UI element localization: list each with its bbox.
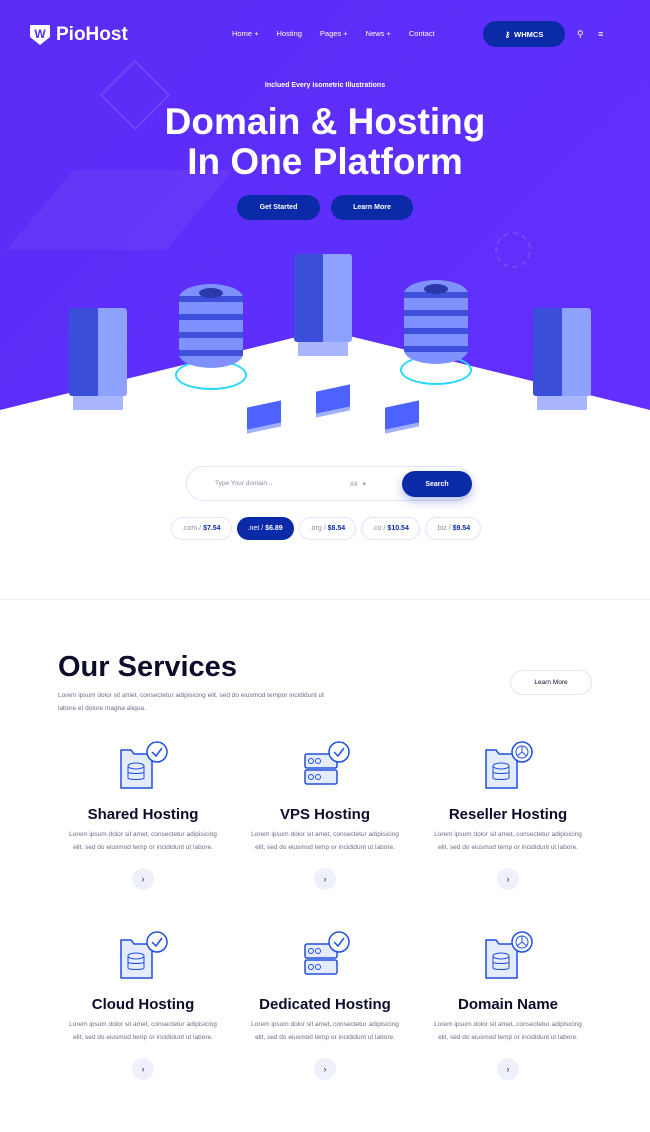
service-title: VPS Hosting	[279, 806, 370, 823]
logo-icon: W	[30, 25, 50, 45]
folder-database-chart-icon	[482, 740, 534, 790]
service-arrow-button[interactable]: ›	[314, 1058, 336, 1080]
nav-news[interactable]: News +	[366, 29, 391, 38]
tld-org[interactable]: .org / $8.54	[298, 517, 357, 540]
chip-illustration	[316, 384, 350, 414]
decor-shape	[6, 170, 234, 250]
key-icon: ⚷	[504, 29, 511, 39]
storage-illustration	[404, 280, 468, 364]
service-text: Lorem ipsum dolor sit amet, consectetur …	[69, 831, 217, 851]
tld-select-value: All	[350, 481, 358, 488]
service-title: Reseller Hosting	[448, 806, 568, 823]
service-card: Shared Hosting Lorem ipsum dolor sit amet…	[53, 740, 233, 890]
service-text: Lorem ipsum dolor sit amet, consectetur …	[251, 1021, 399, 1041]
service-arrow-button[interactable]: ›	[497, 868, 519, 890]
service-arrow-button[interactable]: ›	[132, 1058, 154, 1080]
nav-contact[interactable]: Contact	[409, 29, 435, 38]
tld-ext: .org /	[309, 525, 326, 532]
service-card: VPS Hosting Lorem ipsum dolor sit amet, c…	[235, 740, 415, 890]
service-title: Dedicated Hosting	[259, 996, 391, 1013]
chevron-right-icon: ›	[141, 1064, 145, 1074]
storage-illustration	[179, 284, 243, 368]
main-menu: Home + Hosting Pages + News + Contact	[232, 29, 435, 38]
nav-pages[interactable]: Pages +	[320, 29, 348, 38]
section-divider	[0, 599, 650, 600]
service-title: Cloud Hosting	[91, 996, 195, 1013]
hero-title-line1: Domain & Hosting	[164, 101, 486, 142]
top-nav: W PioHost Home + Hosting Pages + News + C…	[0, 0, 650, 68]
service-card: Cloud Hosting Lorem ipsum dolor sit amet,…	[53, 930, 233, 1080]
services-description: Lorem ipsum dolor sit amet, consectetur …	[58, 692, 324, 712]
hero-tagline: Inclued Every Isometric Illustrations	[264, 82, 386, 89]
server-illustration	[533, 308, 591, 410]
service-card: Reseller Hosting Lorem ipsum dolor sit am…	[418, 740, 598, 890]
service-arrow-button[interactable]: ›	[132, 868, 154, 890]
tld-net[interactable]: .net / $6.89	[236, 517, 294, 540]
server-check-icon	[299, 740, 351, 790]
search-button[interactable]: Search	[402, 471, 472, 497]
chevron-right-icon: ›	[323, 1064, 327, 1074]
folder-database-check-icon	[117, 740, 169, 790]
tld-ext: .co /	[372, 525, 386, 532]
service-arrow-button[interactable]: ›	[314, 868, 336, 890]
chevron-right-icon: ›	[141, 874, 145, 884]
logo-text: PioHost	[56, 24, 128, 45]
tld-price: $9.54	[452, 525, 471, 532]
tld-biz[interactable]: .biz / $9.54	[424, 517, 482, 540]
whmcs-label: WHMCS	[514, 29, 544, 39]
service-text: Lorem ipsum dolor sit amet, consectetur …	[251, 831, 399, 851]
service-text: Lorem ipsum dolor sit amet, consectetur …	[434, 831, 582, 851]
decor-shape	[495, 232, 531, 268]
folder-database-chart-icon	[482, 930, 534, 980]
chevron-right-icon: ›	[323, 874, 327, 884]
service-text: Lorem ipsum dolor sit amet, consectetur …	[434, 1021, 582, 1041]
services-title: Our Services	[58, 651, 237, 683]
nav-hosting[interactable]: Hosting	[276, 29, 301, 38]
nav-home[interactable]: Home +	[232, 29, 258, 38]
domain-search: Type Your domain... All ▾ Search	[186, 466, 472, 501]
search-icon[interactable]: ⚲	[577, 29, 584, 40]
tld-ext: .biz /	[435, 525, 451, 532]
tld-ext: .com /	[182, 525, 202, 532]
domain-input[interactable]: Type Your domain...	[215, 480, 272, 487]
tld-select[interactable]: All ▾	[350, 480, 366, 488]
tld-ext: .net /	[247, 525, 264, 532]
server-illustration	[69, 308, 127, 410]
chip-illustration	[385, 400, 419, 430]
service-text: Lorem ipsum dolor sit amet, consectetur …	[69, 1021, 217, 1041]
tld-price: $7.54	[203, 525, 221, 532]
chevron-right-icon: ›	[506, 874, 510, 884]
logo[interactable]: W PioHost	[30, 24, 128, 46]
tld-com[interactable]: .com / $7.54	[171, 517, 232, 540]
server-check-icon	[299, 930, 351, 980]
whmcs-button[interactable]: ⚷ WHMCS	[483, 21, 565, 47]
menu-icon[interactable]: ≡	[598, 29, 603, 39]
services-learn-more-button[interactable]: Learn More	[510, 670, 592, 695]
chip-illustration	[247, 400, 281, 430]
service-title: Shared Hosting	[87, 806, 199, 823]
folder-database-check-icon	[117, 930, 169, 980]
service-title: Domain Name	[457, 996, 559, 1013]
service-arrow-button[interactable]: ›	[497, 1058, 519, 1080]
tld-price: $8.54	[327, 525, 346, 532]
service-card: Domain Name Lorem ipsum dolor sit amet, c…	[418, 930, 598, 1080]
tld-price: $6.89	[265, 525, 283, 532]
chevron-right-icon: ›	[506, 1064, 510, 1074]
hero-learn-more-button[interactable]: Learn More	[331, 195, 413, 220]
hero-title-line2: In One Platform	[187, 141, 463, 182]
hero-title: Domain & Hosting In One Platform	[0, 102, 650, 182]
tld-co[interactable]: .co / $10.54	[361, 517, 420, 540]
get-started-button[interactable]: Get Started	[237, 195, 320, 220]
service-card: Dedicated Hosting Lorem ipsum dolor sit a…	[235, 930, 415, 1080]
tld-price-list: .com / $7.54 .net / $6.89 .org / $8.54 .co …	[171, 517, 482, 540]
chevron-down-icon: ▾	[362, 481, 366, 488]
server-illustration	[294, 254, 352, 356]
tld-price: $10.54	[387, 525, 409, 532]
